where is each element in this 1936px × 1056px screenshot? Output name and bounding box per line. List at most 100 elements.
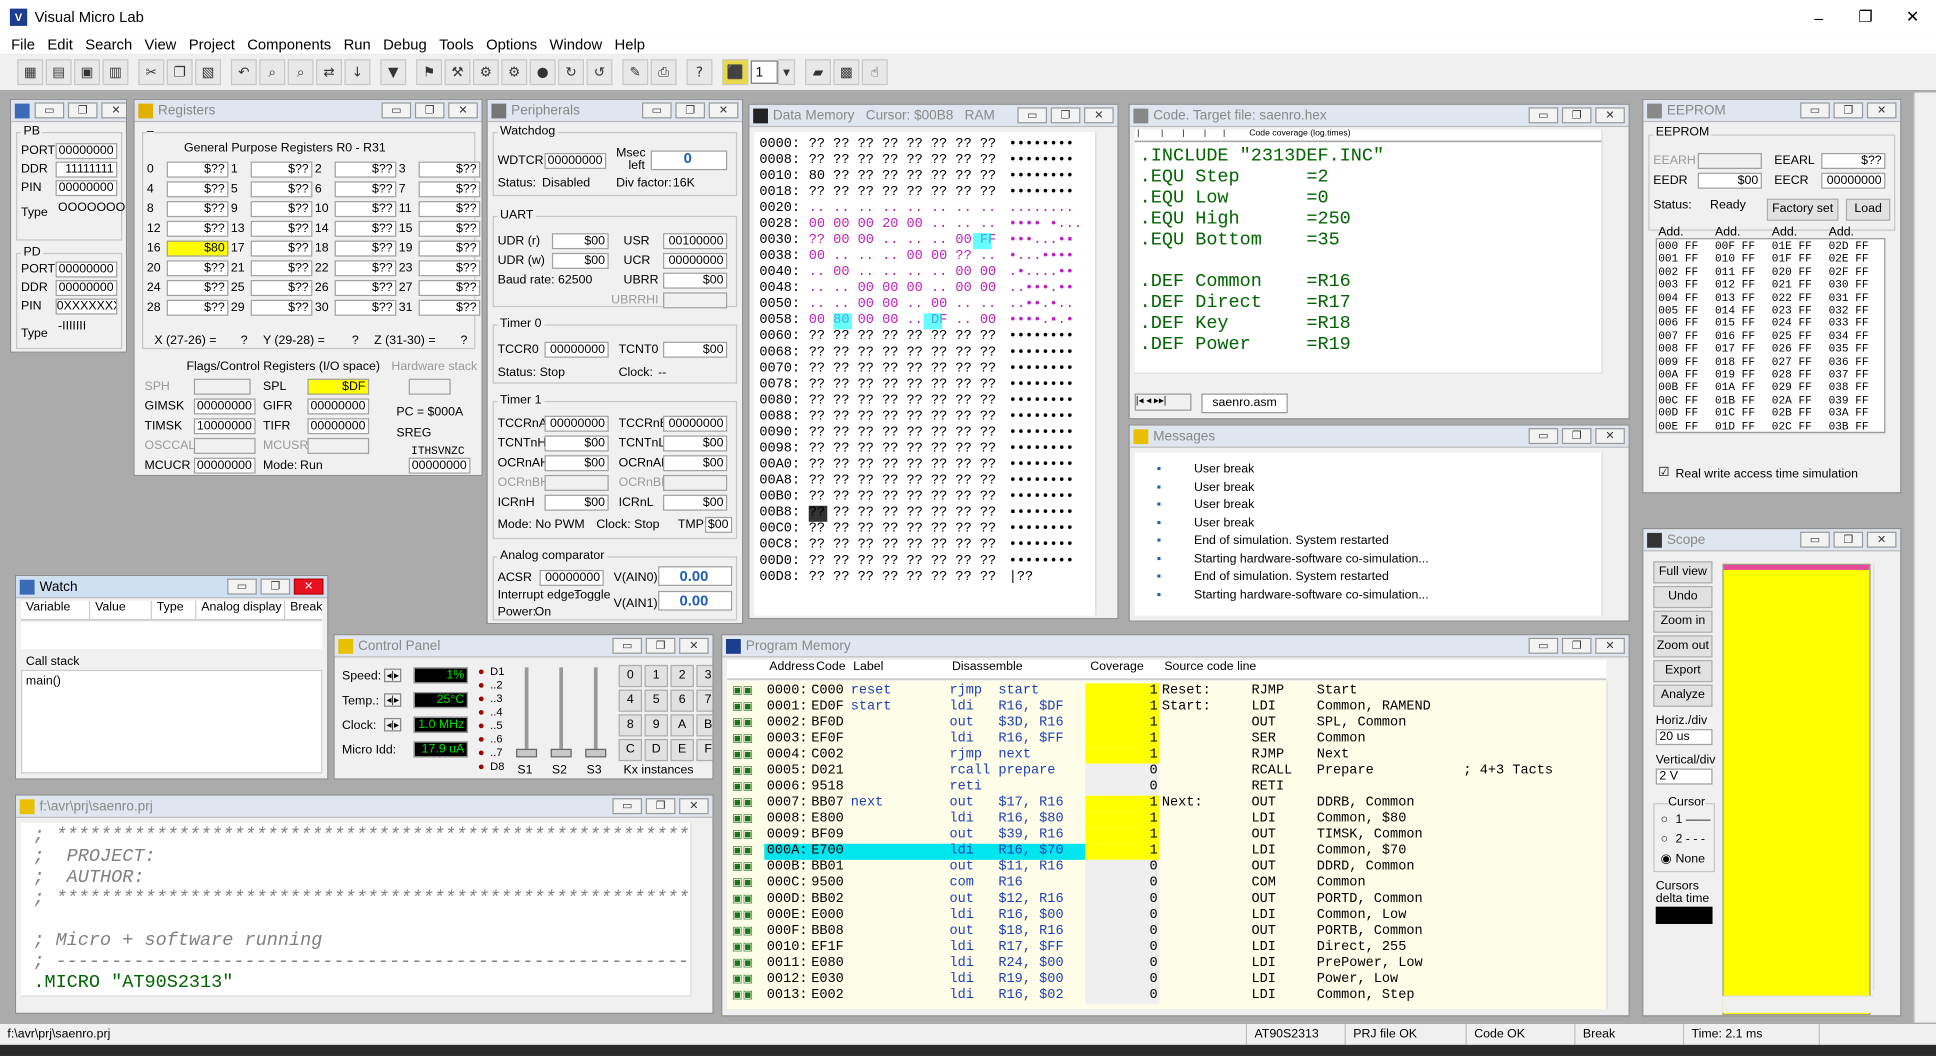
eeprom-cell[interactable]: 00D FF — [1658, 407, 1698, 419]
watch-close[interactable]: ✕ — [293, 578, 324, 595]
pb-port-value[interactable]: 00000000 — [55, 143, 118, 160]
eeprom-cell[interactable]: 00B FF — [1658, 382, 1698, 394]
mem-hex[interactable]: ?? ?? ?? ?? ?? ?? ?? ?? — [809, 458, 996, 474]
reg-value[interactable]: $?? — [250, 201, 313, 218]
tccrnb-value[interactable]: 00000000 — [663, 415, 728, 432]
mem-hex[interactable]: 00 .. .. .. 00 00 ?? .. — [809, 249, 996, 265]
micro-count-select[interactable]: 1 — [750, 60, 778, 84]
reg-value[interactable]: $?? — [250, 299, 313, 316]
watch-restore[interactable]: ❐ — [260, 578, 291, 595]
scope-display[interactable] — [1722, 563, 1871, 1016]
keypad-key[interactable]: A — [670, 714, 694, 737]
open-icon[interactable]: ▤ — [45, 59, 72, 86]
cut-icon[interactable]: ✂ — [138, 59, 165, 86]
eeprom-cell[interactable]: 015 FF — [1715, 318, 1755, 330]
eeprom-cell[interactable]: 038 FF — [1829, 382, 1869, 394]
tcntl-value[interactable]: $00 — [663, 435, 728, 452]
code-vscroll[interactable] — [1601, 129, 1624, 374]
slider-thumb[interactable] — [585, 748, 607, 758]
breakpoint-toggle-icon[interactable]: ▣▣ — [732, 844, 753, 858]
reg-value[interactable]: $?? — [418, 161, 481, 178]
mem-hex[interactable]: ?? ?? ?? ?? ?? ?? ?? ?? — [809, 377, 996, 393]
eeprom-cell[interactable]: 031 FF — [1829, 292, 1869, 304]
prj-close[interactable]: ✕ — [679, 798, 709, 815]
breakpoint-toggle-icon[interactable]: ▣▣ — [732, 764, 753, 778]
mem-hex[interactable]: .. 00 .. .. .. .. 00 00 — [809, 265, 996, 281]
control-restore[interactable]: ❐ — [645, 637, 676, 654]
eeprom-cell[interactable]: 035 FF — [1829, 343, 1869, 355]
reg-value[interactable]: $?? — [166, 280, 229, 297]
gifr-value[interactable]: 00000000 — [307, 398, 370, 415]
call-stack-item[interactable]: main() — [26, 675, 61, 689]
acsr-value[interactable]: 00000000 — [539, 569, 604, 586]
eeprom-cell[interactable]: 021 FF — [1772, 279, 1812, 291]
eeprom-cell[interactable]: 001 FF — [1658, 253, 1698, 265]
keypad-key[interactable]: F — [696, 738, 713, 762]
real-write-checkbox[interactable]: ☑ — [1658, 466, 1669, 480]
call-stack-list[interactable] — [20, 669, 323, 774]
reg-value[interactable]: $?? — [166, 299, 229, 316]
reg-value[interactable]: $?? — [334, 280, 397, 297]
mem-hex[interactable]: ?? ?? ?? ?? ?? ?? ?? ?? — [809, 570, 996, 586]
eeprom-cell[interactable]: 030 FF — [1829, 279, 1869, 291]
tmp-value[interactable]: $00 — [705, 516, 733, 533]
datamem-restore[interactable]: ❐ — [1050, 107, 1081, 124]
probe-icon[interactable]: ☝ — [861, 59, 888, 86]
tifr-value[interactable]: 00000000 — [307, 418, 370, 435]
ubrr-value[interactable]: $00 — [663, 272, 728, 289]
eeprom-cell[interactable]: 026 FF — [1772, 343, 1812, 355]
eeprom-cell[interactable]: 03B FF — [1829, 420, 1869, 432]
replace-icon[interactable]: ⇄ — [316, 59, 343, 86]
factory-set-button[interactable]: Factory set — [1766, 198, 1839, 221]
keypad-key[interactable]: E — [670, 738, 694, 762]
eeprom-cell[interactable]: 002 FF — [1658, 266, 1698, 278]
eeprom-minimize[interactable]: ▭ — [1800, 102, 1830, 119]
usr-value[interactable]: 00100000 — [663, 233, 728, 250]
goto-icon[interactable]: ↓ — [344, 59, 371, 86]
eeprom-cell[interactable]: 018 FF — [1715, 356, 1755, 368]
undo-view-button[interactable]: Undo view — [1653, 585, 1713, 623]
keypad-key[interactable]: 8 — [618, 714, 643, 737]
breakpoint-toggle-icon[interactable]: ▣▣ — [732, 908, 753, 922]
reg-value[interactable]: $?? — [418, 181, 481, 198]
pm-col-disassemble[interactable]: Disassemble — [952, 660, 1090, 679]
cursor-none-radio[interactable]: ◉ — [1661, 852, 1672, 866]
reset-icon[interactable]: ↻ — [558, 59, 585, 86]
menu-search[interactable]: Search — [79, 36, 138, 53]
progmem-close[interactable]: ✕ — [1595, 637, 1625, 654]
save-icon[interactable]: ▣ — [74, 59, 101, 86]
data-memory-scrollbar[interactable] — [1095, 131, 1115, 616]
eeprom-cell[interactable]: 032 FF — [1829, 305, 1869, 317]
registers-close[interactable]: ✕ — [448, 102, 478, 119]
menu-components[interactable]: Components — [241, 36, 337, 53]
peripherals-minimize[interactable]: ▭ — [642, 102, 672, 119]
breakpoint-toggle-icon[interactable]: ▣▣ — [732, 796, 753, 810]
eeprom-cell[interactable]: 023 FF — [1772, 305, 1812, 317]
reg-value[interactable]: $?? — [418, 220, 481, 237]
datamem-minimize[interactable]: ▭ — [1017, 107, 1048, 124]
wdtcr-value[interactable]: 00000000 — [544, 152, 607, 170]
message-item[interactable]: Starting hardware-software co-simulation… — [1194, 552, 1429, 566]
eeprom-cell[interactable]: 007 FF — [1658, 330, 1698, 342]
watch-list[interactable] — [20, 621, 323, 649]
mem-hex[interactable]: ?? ?? ?? ?? ?? ?? ?? ?? — [809, 137, 996, 153]
breakpoint-toggle-icon[interactable]: ▣▣ — [732, 972, 753, 986]
speed-spin[interactable]: ◂|▸ — [383, 668, 402, 683]
tcnth-value[interactable]: $00 — [544, 435, 609, 452]
mem-hex[interactable]: 00 00 00 20 00 .. .. .. — [809, 217, 996, 233]
undo-icon[interactable]: ↶ — [230, 59, 257, 86]
print-icon[interactable]: ⎙ — [650, 59, 677, 86]
menu-tools[interactable]: Tools — [433, 36, 480, 53]
mem-hex[interactable]: ?? ?? ?? ?? ?? ?? ?? ?? — [809, 329, 996, 345]
mcucr-value[interactable]: 00000000 — [193, 457, 256, 474]
mem-hex[interactable]: .. .. .. .. .. .. .. .. — [809, 201, 996, 217]
peripherals-close[interactable]: ✕ — [708, 102, 739, 119]
full-view-button[interactable]: Full view — [1653, 561, 1713, 584]
ocrbl-value[interactable] — [663, 474, 728, 491]
breakpoint-toggle-icon[interactable]: ▣▣ — [732, 715, 753, 729]
eeprom-hscroll[interactable] — [1655, 432, 1886, 448]
registers-restore[interactable]: ❐ — [414, 102, 445, 119]
eeprom-restore[interactable]: ❐ — [1833, 102, 1864, 119]
eeprom-cell[interactable]: 00E FF — [1658, 420, 1698, 432]
breakpoint-toggle-icon[interactable]: ▣▣ — [732, 940, 753, 954]
